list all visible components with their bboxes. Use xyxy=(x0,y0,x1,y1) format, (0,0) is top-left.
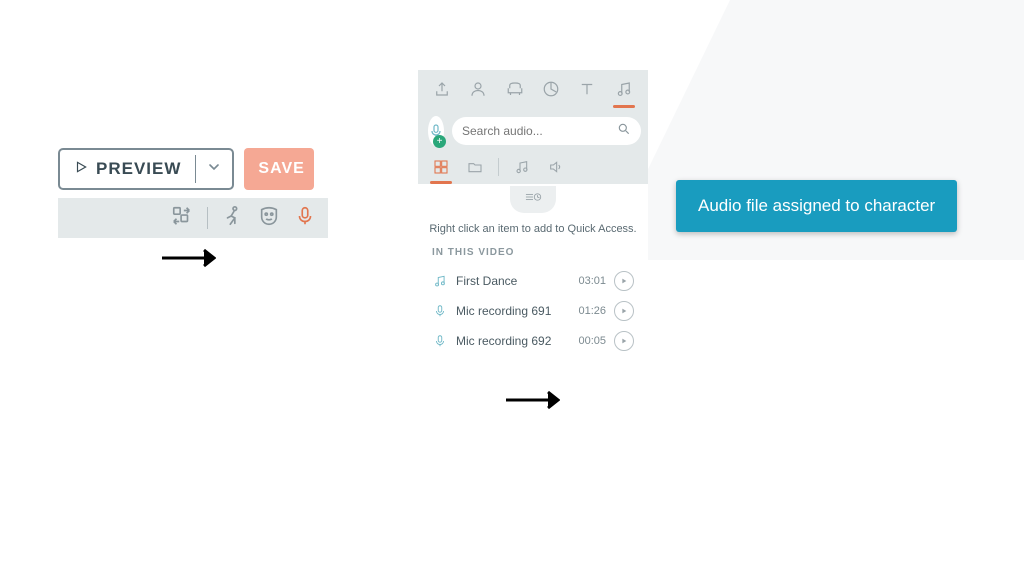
toast-notification: Audio file assigned to character xyxy=(676,180,957,232)
play-button[interactable] xyxy=(614,271,634,291)
item-name: Mic recording 692 xyxy=(456,334,562,348)
save-button[interactable]: SAVE xyxy=(244,148,314,190)
toast-message: Audio file assigned to character xyxy=(698,196,935,215)
chevron-down-icon xyxy=(206,159,222,180)
action-icon-bar xyxy=(58,198,328,238)
quick-access-handle[interactable] xyxy=(418,184,648,219)
divider xyxy=(207,207,208,229)
chart-tab[interactable] xyxy=(538,70,564,108)
play-button[interactable] xyxy=(614,301,634,321)
search-row: + xyxy=(418,108,648,150)
item-name: Mic recording 691 xyxy=(456,304,562,318)
grid-filter[interactable] xyxy=(430,152,452,182)
microphone-icon xyxy=(432,303,448,319)
upload-tab[interactable] xyxy=(429,70,455,108)
toolbar-panel: PREVIEW SAVE xyxy=(58,148,328,228)
item-duration: 01:26 xyxy=(570,305,606,317)
filter-divider xyxy=(498,158,499,176)
music-filter[interactable] xyxy=(511,152,533,182)
play-button[interactable] xyxy=(614,331,634,351)
list-item[interactable]: Mic recording 691 01:26 xyxy=(428,296,638,326)
mask-icon[interactable] xyxy=(258,205,280,232)
folder-filter[interactable] xyxy=(464,152,486,182)
item-name: First Dance xyxy=(456,274,562,288)
person-tab[interactable] xyxy=(465,70,491,108)
text-tab[interactable] xyxy=(574,70,600,108)
section-header: IN THIS VIDEO xyxy=(418,247,648,266)
audio-list: First Dance 03:01 Mic recording 691 01:2… xyxy=(418,266,648,356)
microphone-icon[interactable] xyxy=(294,205,316,232)
filter-row xyxy=(418,150,648,184)
microphone-icon xyxy=(432,333,448,349)
arrow-icon xyxy=(160,246,216,275)
sound-filter[interactable] xyxy=(545,152,567,182)
swap-icon[interactable] xyxy=(171,205,193,232)
preview-button[interactable]: PREVIEW xyxy=(58,148,234,190)
play-icon xyxy=(74,160,88,179)
audio-panel: + Right click an item to add to Quick Ac… xyxy=(418,70,648,356)
preview-dropdown[interactable] xyxy=(196,159,232,180)
search-icon xyxy=(617,122,631,141)
furniture-tab[interactable] xyxy=(502,70,528,108)
preview-button-main[interactable]: PREVIEW xyxy=(60,150,195,188)
button-row: PREVIEW SAVE xyxy=(58,148,328,190)
preview-label: PREVIEW xyxy=(96,159,181,179)
plus-badge: + xyxy=(433,135,446,148)
music-icon xyxy=(432,273,448,289)
search-input[interactable] xyxy=(462,124,617,138)
search-box[interactable] xyxy=(452,117,641,145)
item-duration: 03:01 xyxy=(570,275,606,287)
audio-tab[interactable] xyxy=(611,70,637,108)
arrow-icon xyxy=(504,388,560,417)
hint-text: Right click an item to add to Quick Acce… xyxy=(418,219,648,247)
list-item[interactable]: Mic recording 692 00:05 xyxy=(428,326,638,356)
list-item[interactable]: First Dance 03:01 xyxy=(428,266,638,296)
top-tab-bar xyxy=(418,70,648,108)
record-button[interactable]: + xyxy=(428,116,444,146)
quick-access-icon xyxy=(524,190,542,209)
save-label: SAVE xyxy=(258,160,304,178)
item-duration: 00:05 xyxy=(570,335,606,347)
run-icon[interactable] xyxy=(222,205,244,232)
